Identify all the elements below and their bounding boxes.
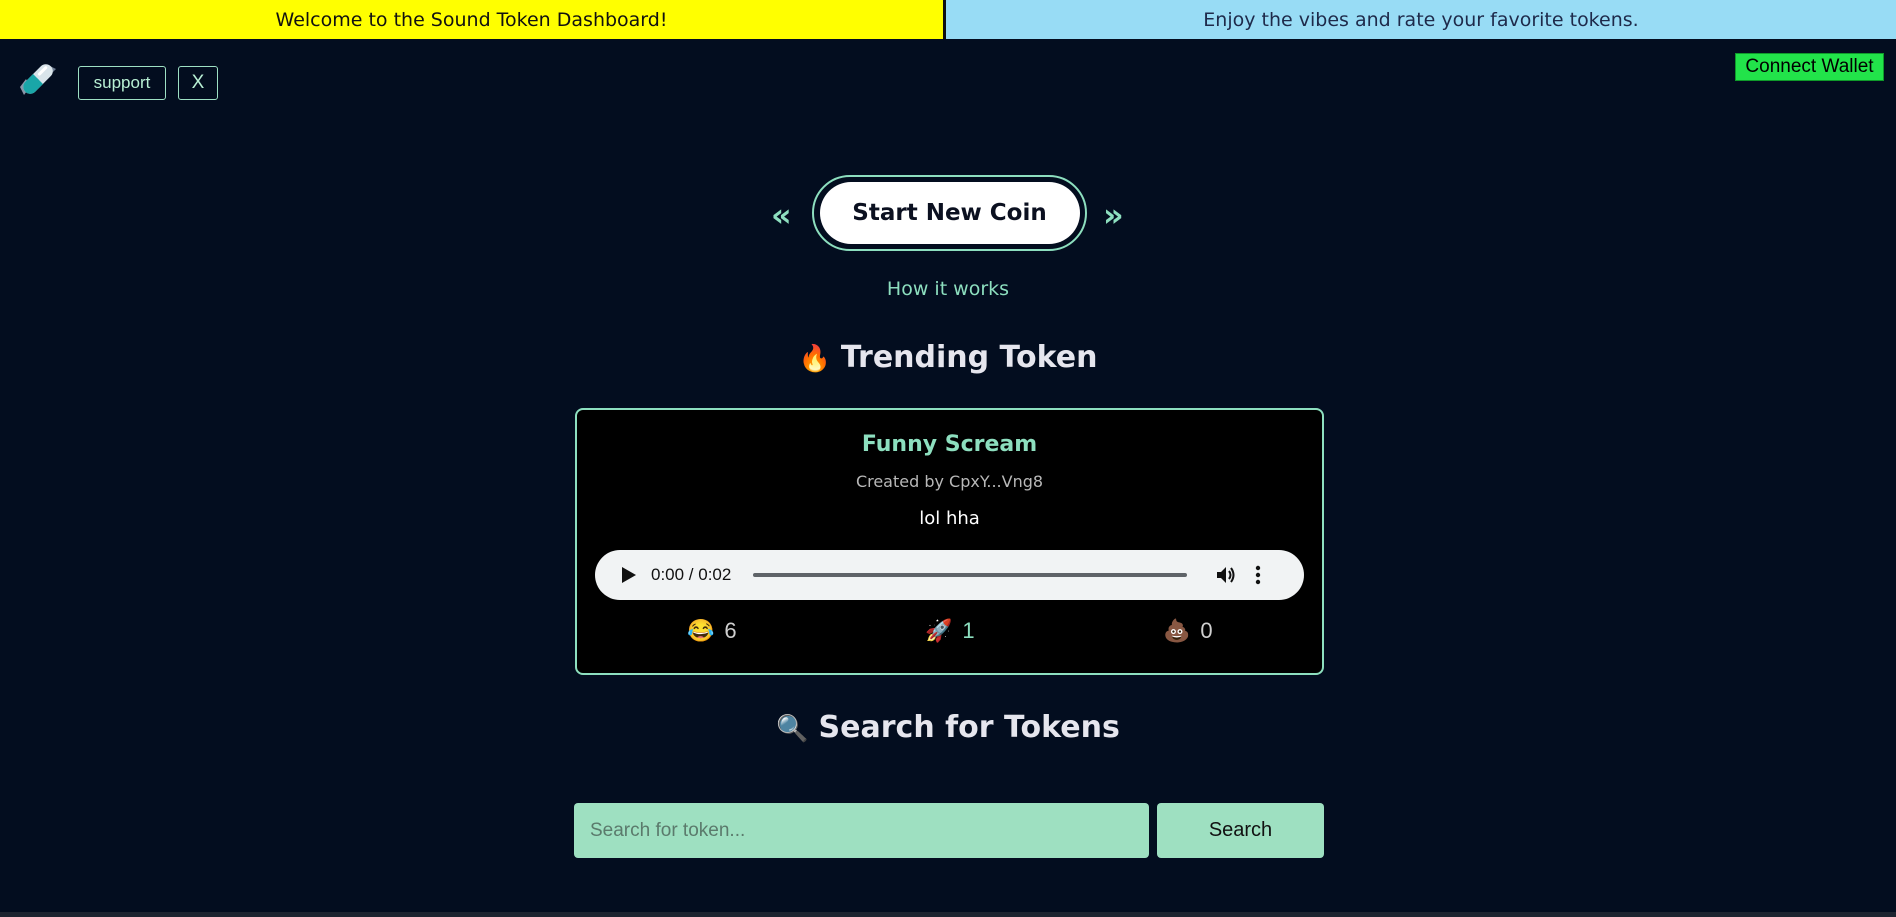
poop-icon: 💩 bbox=[1163, 618, 1191, 643]
laugh-count: 6 bbox=[724, 618, 737, 643]
fire-icon: 🔥 bbox=[798, 344, 831, 374]
play-icon[interactable] bbox=[621, 566, 637, 584]
trending-token-card: Funny Scream Created by CpxY...Vng8 lol … bbox=[575, 408, 1324, 675]
pill-capsule-icon[interactable] bbox=[16, 57, 60, 101]
volume-icon[interactable] bbox=[1215, 564, 1237, 586]
rocket-icon: 🚀 bbox=[925, 618, 953, 643]
support-button[interactable]: support bbox=[78, 66, 166, 100]
how-it-works-label[interactable]: How it works bbox=[887, 278, 1009, 300]
poop-count: 0 bbox=[1200, 618, 1213, 643]
rocket-reaction-button[interactable]: 🚀 1 bbox=[925, 618, 975, 644]
bottom-divider bbox=[0, 912, 1896, 917]
start-new-coin-button[interactable]: Start New Coin bbox=[819, 182, 1080, 244]
search-heading: 🔍 Search for Tokens bbox=[0, 710, 1896, 745]
how-it-works-link[interactable]: How it works bbox=[0, 278, 1896, 300]
search-button[interactable]: Search bbox=[1157, 803, 1324, 858]
search-title: Search for Tokens bbox=[818, 710, 1120, 745]
trending-heading: 🔥 Trending Token bbox=[0, 340, 1896, 375]
token-description: lol hha bbox=[919, 508, 980, 529]
magnifier-icon: 🔍 bbox=[776, 714, 809, 744]
laugh-reaction-button[interactable]: 😂 6 bbox=[687, 618, 737, 644]
rocket-count: 1 bbox=[962, 618, 975, 643]
audio-progress-track[interactable] bbox=[753, 573, 1188, 577]
top-banner: Welcome to the Sound Token Dashboard! En… bbox=[0, 0, 1896, 39]
poop-reaction-button[interactable]: 💩 0 bbox=[1163, 618, 1213, 644]
search-input[interactable] bbox=[574, 803, 1149, 858]
token-creator: Created by CpxY...Vng8 bbox=[855, 472, 1044, 491]
start-new-coin-ring: Start New Coin bbox=[812, 175, 1087, 251]
token-name: Funny Scream bbox=[861, 432, 1038, 457]
x-social-button[interactable]: X bbox=[178, 66, 218, 100]
previous-arrow-icon[interactable]: « bbox=[771, 196, 792, 234]
audio-player: 0:00 / 0:02 bbox=[595, 550, 1304, 600]
more-options-icon[interactable] bbox=[1255, 565, 1261, 585]
trending-title: Trending Token bbox=[840, 340, 1098, 375]
connect-wallet-button[interactable]: Connect Wallet bbox=[1735, 53, 1884, 81]
audio-time: 0:00 / 0:02 bbox=[651, 565, 732, 584]
reactions-row: 😂 6 🚀 1 💩 0 bbox=[577, 618, 1322, 648]
next-arrow-icon[interactable]: » bbox=[1103, 196, 1124, 234]
vibes-banner-text: Enjoy the vibes and rate your favorite t… bbox=[946, 0, 1896, 39]
welcome-banner-text: Welcome to the Sound Token Dashboard! bbox=[0, 0, 946, 39]
laughing-face-icon: 😂 bbox=[687, 618, 715, 643]
